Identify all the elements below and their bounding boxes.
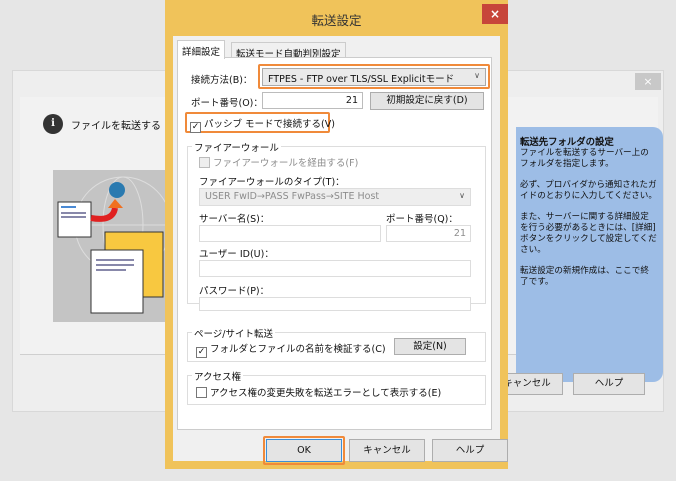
port-input[interactable]: 21 (262, 92, 363, 109)
background-help-button[interactable]: ヘルプ (573, 373, 645, 395)
chevron-down-icon: ∨ (459, 191, 465, 200)
password-input[interactable] (199, 297, 471, 311)
server-name-input[interactable] (199, 225, 381, 242)
access-error-label: アクセス権の変更失敗を転送エラーとして表示する(E) (210, 388, 442, 399)
cancel-button[interactable]: キャンセル (349, 439, 425, 462)
help-paragraph: ファイルを転送するサーバー上のフォルダを指定します。 (520, 148, 649, 169)
verify-names-label: フォルダとファイルの名前を検証する(C) (210, 344, 386, 355)
tab-advanced[interactable]: 詳細設定 (177, 40, 226, 59)
checkbox-checked-icon: ✓ (196, 347, 207, 358)
help-heading: 転送先フォルダの設定 (520, 137, 614, 148)
reset-defaults-button[interactable]: 初期設定に戻す(D) (370, 92, 484, 110)
firewall-port-input[interactable]: 21 (386, 225, 471, 242)
checkbox-unchecked-icon (199, 157, 210, 168)
user-id-label: ユーザー ID(U)： (199, 249, 274, 260)
use-firewall-checkbox[interactable]: ファイアーウォールを経由する(F) (199, 155, 358, 169)
help-panel: 転送先フォルダの設定 ファイルを転送するサーバー上のフォルダを指定します。 必ず… (516, 127, 663, 382)
help-paragraph: また、サーバーに関する詳細設定を行う必要があるときには、[詳細] ボタンをクリッ… (520, 212, 657, 255)
page-site-group-label: ページ/サイト転送 (192, 326, 276, 340)
server-name-label: サーバー名(S)： (199, 214, 270, 225)
close-icon[interactable]: × (482, 4, 508, 24)
access-error-checkbox[interactable]: アクセス権の変更失敗を転送エラーとして表示する(E) (196, 385, 441, 399)
ftp-illustration-image (53, 170, 172, 322)
connection-method-value: FTPES - FTP over TLS/SSL Explicitモード (268, 74, 455, 85)
passive-mode-label: パッシブ モードで接続する(V) (204, 119, 335, 130)
dialog-client: 詳細設定 転送モード自動判別設定 接続方法(B)： FTPES - FTP ov… (173, 36, 508, 465)
user-id-input[interactable] (199, 260, 471, 277)
chevron-down-icon: ∨ (474, 71, 480, 80)
info-icon: i (43, 114, 63, 134)
close-icon[interactable]: × (635, 73, 661, 90)
port-label: ポート番号(O)： (191, 98, 263, 109)
firewall-group-label: ファイアーウォール (192, 140, 281, 154)
ok-button[interactable]: OK (266, 439, 342, 462)
page-site-settings-button[interactable]: 設定(N) (394, 338, 466, 355)
help-paragraph: 転送設定の新規作成は、ここで終了です。 (520, 266, 649, 287)
passive-mode-checkbox[interactable]: ✓ パッシブ モードで接続する(V) (190, 116, 335, 133)
info-row: i ファイルを転送する FTP (43, 114, 182, 134)
use-firewall-label: ファイアーウォールを経由する(F) (213, 158, 359, 169)
firewall-type-label: ファイアーウォールのタイプ(T)： (199, 177, 345, 188)
verify-names-checkbox[interactable]: ✓ フォルダとファイルの名前を検証する(C) (196, 341, 386, 358)
dialog-title: 転送設定 (311, 13, 362, 28)
connection-method-label: 接続方法(B)： (191, 75, 253, 86)
help-button[interactable]: ヘルプ (432, 439, 508, 462)
tab-panel: 接続方法(B)： FTPES - FTP over TLS/SSL Explic… (177, 57, 492, 430)
firewall-port-label: ポート番号(Q)： (386, 214, 458, 225)
access-group-label: アクセス権 (192, 369, 244, 383)
firewall-type-select[interactable]: USER FwID→PASS FwPass→SITE Host ∨ (199, 188, 471, 206)
password-label: パスワード(P)： (199, 286, 270, 297)
help-paragraph: 必ず、プロバイダから通知されたガイドのとおりに入力してください。 (520, 180, 657, 201)
checkbox-unchecked-icon (196, 387, 207, 398)
checkbox-checked-icon: ✓ (190, 122, 201, 133)
firewall-type-value: USER FwID→PASS FwPass→SITE Host (205, 191, 380, 202)
transfer-settings-dialog: 転送設定 × 詳細設定 転送モード自動判別設定 接続方法(B)： FTPES -… (165, 0, 508, 469)
connection-method-select[interactable]: FTPES - FTP over TLS/SSL Explicitモード ∨ (262, 68, 486, 86)
